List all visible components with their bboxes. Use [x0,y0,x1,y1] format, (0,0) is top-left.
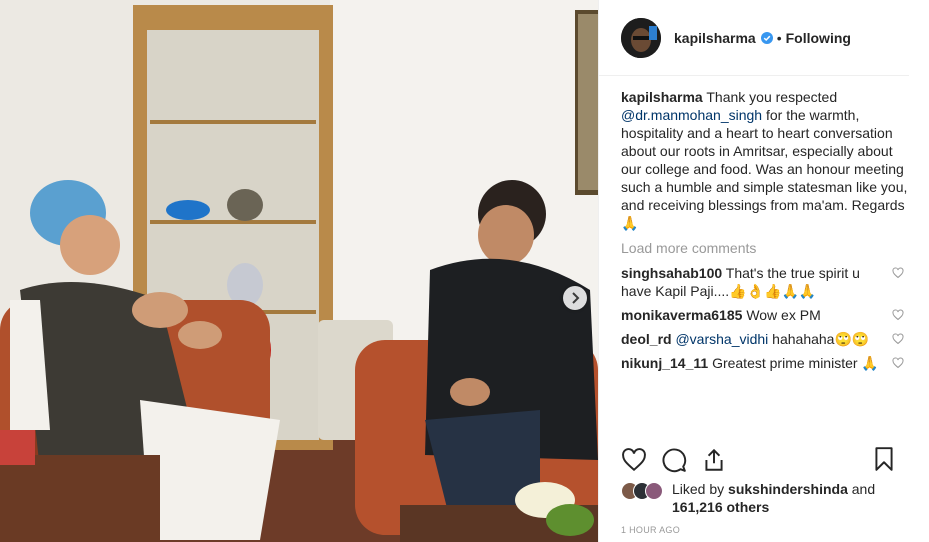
liked-by-user[interactable]: sukshindershinda [728,481,848,497]
next-photo-button[interactable] [563,286,587,310]
avatar[interactable] [621,17,661,58]
comment-username[interactable]: singhsahab100 [621,265,722,281]
comment-text: hahahaha🙄🙄 [772,331,870,347]
comments-section: kapilsharma Thank you respected @dr.manm… [599,76,929,434]
bookmark-icon[interactable] [871,446,897,472]
instagram-post: kapilsharma • Following kapilsharma Than… [0,0,929,542]
heart-icon[interactable] [892,357,904,369]
load-more-comments-button[interactable]: Load more comments [621,240,913,256]
caption-text-2: for the warmth, hospitality and a heart … [621,107,908,231]
post-sidebar: kapilsharma • Following kapilsharma Than… [598,0,929,542]
comment-username[interactable]: monikaverma6185 [621,307,742,323]
comment-item: singhsahab100 That's the true spirit u h… [621,264,904,300]
heart-icon[interactable] [892,267,904,279]
comment-item: deol_rd @varsha_vidhi hahahaha🙄🙄 [621,330,904,348]
post-header: kapilsharma • Following [599,0,909,76]
chevron-right-icon [572,292,580,304]
comment-username[interactable]: nikunj_14_11 [621,355,708,371]
action-bar [621,446,911,474]
post-timestamp[interactable]: 1 HOUR AGO [621,525,680,535]
likes-count[interactable]: 161,216 others [672,499,769,515]
heart-icon[interactable] [892,333,904,345]
caption-text-1: Thank you respected [706,89,838,105]
separator-dot: • [776,29,782,46]
likes-summary: Liked by sukshindershinda and 161,216 ot… [621,480,875,516]
photo-scene [0,0,598,542]
username-link[interactable]: kapilsharma [674,30,756,46]
verified-badge-icon [760,31,773,44]
liker-avatar [645,482,663,500]
heart-icon[interactable] [621,447,647,473]
comment-text: Greatest prime minister 🙏 [712,355,879,371]
comment-text: Wow ex PM [746,307,821,323]
share-icon[interactable] [701,447,727,473]
following-button[interactable]: Following [786,30,851,46]
caption-username[interactable]: kapilsharma [621,89,703,105]
comment-icon[interactable] [661,447,687,473]
post-caption: kapilsharma Thank you respected @dr.manm… [621,88,913,232]
heart-icon[interactable] [892,309,904,321]
caption-mention[interactable]: @dr.manmohan_singh [621,107,762,123]
comment-item: nikunj_14_11 Greatest prime minister 🙏 [621,354,904,372]
comment-item: monikaverma6185 Wow ex PM [621,306,904,324]
liked-by-and: and [851,481,876,497]
comment-username[interactable]: deol_rd [621,331,672,347]
post-photo[interactable] [0,0,598,542]
likes-text: Liked by sukshindershinda and 161,216 ot… [672,480,875,516]
liker-avatars [621,482,663,500]
avatar-image [621,17,661,58]
liked-by-prefix: Liked by [672,481,725,497]
comment-mention[interactable]: @varsha_vidhi [675,331,768,347]
